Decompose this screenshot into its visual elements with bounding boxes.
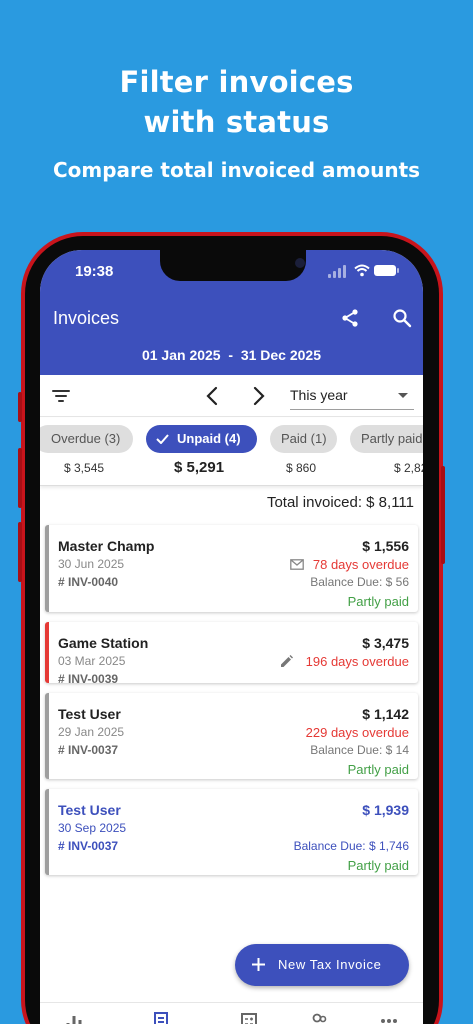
invoice-client: Game Station <box>58 635 149 651</box>
date-separator: - <box>228 347 234 363</box>
status-icons <box>328 264 399 278</box>
invoice-amount: $ 1,556 <box>362 538 409 554</box>
filter-icon[interactable] <box>52 388 70 404</box>
reports-icon[interactable] <box>65 1012 83 1024</box>
filter-chip-paid[interactable]: Paid (1) <box>270 425 337 453</box>
new-tax-invoice-button[interactable]: New Tax Invoice <box>235 944 409 986</box>
invoice-card[interactable]: Test User 30 Sep 2025 # INV-0037 $ 1,939… <box>45 789 418 875</box>
invoice-card[interactable]: Game Station 03 Mar 2025 # INV-0039 $ 3,… <box>45 622 418 686</box>
period-select[interactable]: This year <box>290 384 414 410</box>
filter-chip-unpaid[interactable]: Unpaid (4) <box>146 425 257 453</box>
invoice-overdue: 196 days overdue <box>305 654 409 669</box>
period-value: This year <box>290 387 348 403</box>
signal-icon <box>343 265 346 278</box>
chevron-right-icon[interactable] <box>252 385 266 407</box>
fab-label: New Tax Invoice <box>278 957 382 972</box>
signal-icon <box>333 271 336 278</box>
battery-icon <box>374 265 399 276</box>
invoice-date: 30 Jun 2025 <box>58 557 125 571</box>
filter-amount-partly-paid: $ 2,821 <box>394 461 423 475</box>
date-from: 01 Jan 2025 <box>141 347 221 363</box>
phone-side-button <box>441 466 445 564</box>
clients-icon[interactable] <box>310 1012 328 1024</box>
chevron-down-icon <box>398 393 408 398</box>
invoice-number: # INV-0040 <box>58 575 119 589</box>
check-icon <box>156 434 169 444</box>
wifi-icon <box>354 264 370 277</box>
invoice-overdue: 78 days overdue <box>312 557 409 572</box>
share-icon[interactable] <box>340 308 360 328</box>
signal-icon <box>338 268 341 278</box>
invoice-balance: Balance Due: $ 14 <box>310 743 409 757</box>
invoice-number: # INV-0037 <box>58 839 119 853</box>
invoice-balance: Balance Due: $ 1,746 <box>293 839 409 853</box>
invoice-client: Test User <box>58 802 121 818</box>
signal-icon <box>328 274 331 278</box>
invoice-amount: $ 1,142 <box>362 706 409 722</box>
total-invoiced: Total invoiced: $ 8,111 <box>266 494 414 511</box>
invoice-amount: $ 1,939 <box>362 802 409 818</box>
mail-icon <box>290 559 304 570</box>
date-range[interactable]: 01 Jan 2025 - 31 Dec 2025 <box>40 347 423 363</box>
filter-amount-overdue: $ 3,545 <box>64 461 105 475</box>
invoice-status: Partly paid <box>347 762 409 777</box>
plus-icon <box>252 958 265 971</box>
date-to: 31 Dec 2025 <box>240 347 322 363</box>
phone-side-button <box>18 522 22 582</box>
invoice-client: Master Champ <box>58 538 155 554</box>
filter-amount-paid: $ 860 <box>286 461 317 475</box>
invoice-number: # INV-0037 <box>58 743 119 757</box>
search-icon[interactable] <box>392 308 412 328</box>
invoice-date: 03 Mar 2025 <box>58 654 126 668</box>
chevron-left-icon[interactable] <box>205 385 219 407</box>
invoice-balance: Balance Due: $ 56 <box>310 575 409 589</box>
status-time: 19:38 <box>75 263 114 280</box>
page-title: Invoices <box>53 308 120 328</box>
filter-chip-partly-paid[interactable]: Partly paid <box>350 425 423 453</box>
promo-title-line-1: Filter invoices <box>119 65 354 99</box>
filter-amount-unpaid: $ 5,291 <box>174 459 225 476</box>
app-screen: 19:38 Invoices 01 Jan 2025 - 31 Dec 2025… <box>40 250 423 1024</box>
phone-side-button <box>18 448 22 508</box>
invoice-status: Partly paid <box>347 594 409 609</box>
promo-title: Filter invoices with status <box>0 62 473 142</box>
estimates-icon[interactable] <box>240 1012 258 1024</box>
invoice-number: # INV-0039 <box>58 672 119 686</box>
bottom-nav <box>40 1002 423 1024</box>
invoice-status: Partly paid <box>347 858 409 873</box>
invoice-card[interactable]: Test User 29 Jan 2025 # INV-0037 $ 1,142… <box>45 693 418 779</box>
invoice-card[interactable]: Master Champ 30 Jun 2025 # INV-0040 $ 1,… <box>45 525 418 612</box>
invoice-date: 29 Jan 2025 <box>58 725 125 739</box>
promo-subtitle: Compare total invoiced amounts <box>52 158 421 182</box>
period-toolbar: This year <box>40 375 423 417</box>
invoice-client: Test User <box>58 706 121 722</box>
notch <box>160 250 306 281</box>
camera <box>295 258 305 268</box>
app-bar: 19:38 Invoices 01 Jan 2025 - 31 Dec 2025 <box>40 250 423 375</box>
phone-side-button <box>18 392 22 422</box>
edit-icon <box>281 655 293 667</box>
filter-chip-overdue[interactable]: Overdue (3) <box>40 425 133 453</box>
more-icon[interactable] <box>380 1012 398 1024</box>
invoice-overdue: 229 days overdue <box>305 725 409 740</box>
invoices-icon[interactable] <box>152 1012 170 1024</box>
invoice-date: 30 Sep 2025 <box>58 821 127 835</box>
promo-title-line-2: with status <box>143 105 330 139</box>
status-filter-bar: Overdue (3) Unpaid (4) Paid (1) Partly p… <box>40 418 423 486</box>
invoice-amount: $ 3,475 <box>362 635 409 651</box>
